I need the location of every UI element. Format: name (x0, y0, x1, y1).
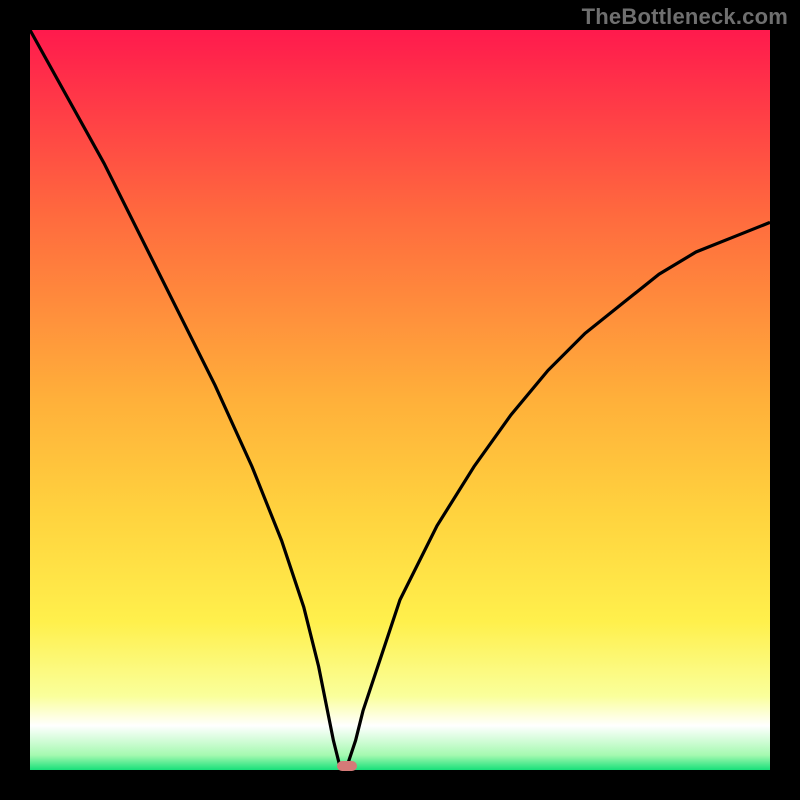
plot-gradient-bg (30, 30, 770, 770)
chart-stage: TheBottleneck.com (0, 0, 800, 800)
plot-area (30, 30, 770, 770)
dip-marker (337, 761, 357, 771)
watermark-text: TheBottleneck.com (582, 4, 788, 30)
